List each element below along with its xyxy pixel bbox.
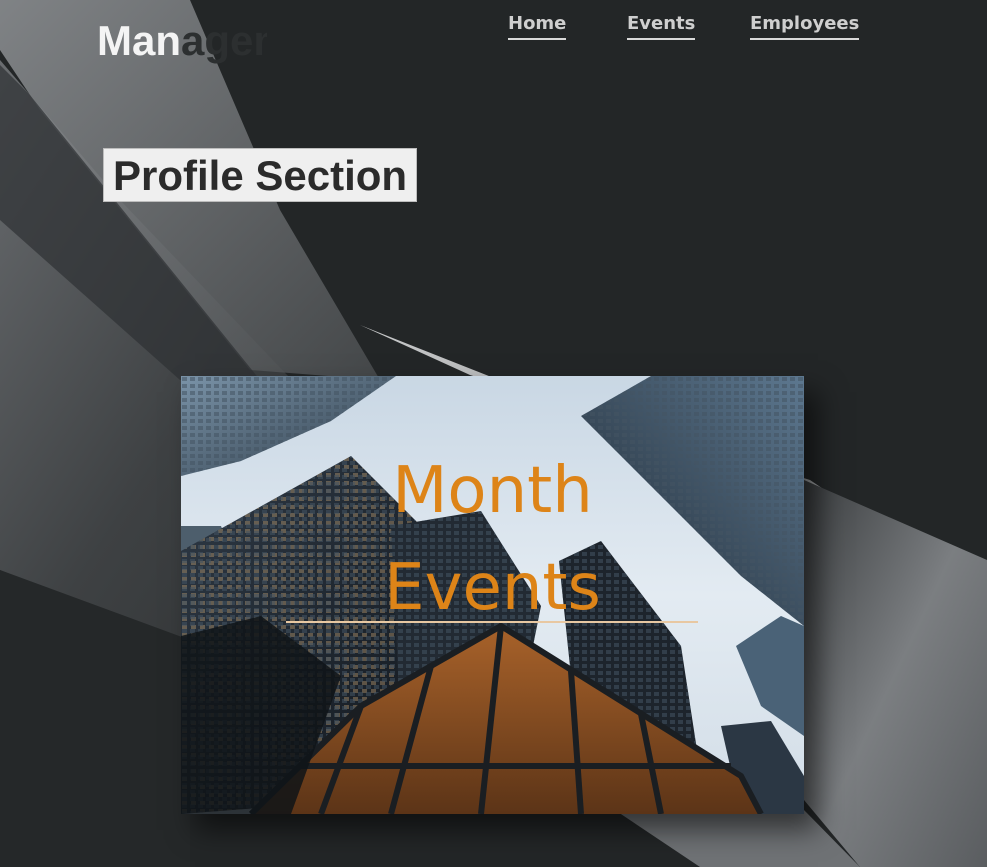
month-events-card[interactable]: Month Events	[181, 376, 804, 814]
section-title: Profile Section	[103, 148, 418, 202]
brand-logo-text[interactable]: Management	[97, 16, 267, 66]
nav-link-events[interactable]: Events	[627, 12, 696, 40]
brand-text-faded: agement	[181, 17, 267, 64]
nav-link-employees[interactable]: Employees	[750, 12, 860, 40]
card-title-line2: Events	[384, 551, 601, 625]
card-title-line1: Month	[392, 454, 593, 528]
page: Management Home Events Employees Profile…	[0, 0, 987, 867]
card-title-divider	[286, 621, 698, 623]
nav-link-home[interactable]: Home	[508, 12, 567, 40]
brand-text-visible: Man	[97, 17, 181, 64]
